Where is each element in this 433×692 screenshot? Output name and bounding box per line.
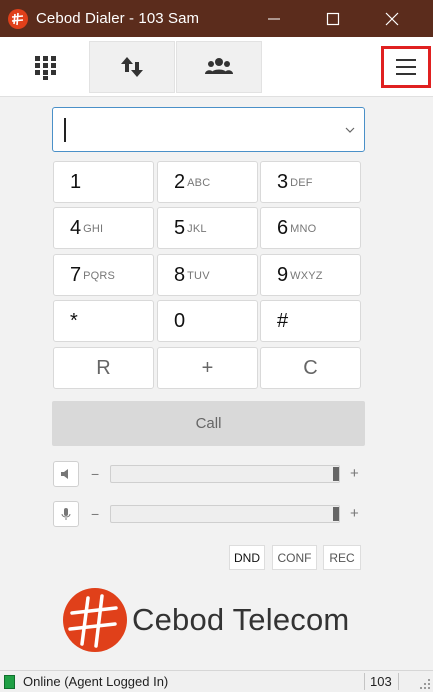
key-8[interactable]: 8 TUV bbox=[157, 254, 258, 296]
clear-button[interactable]: C bbox=[260, 347, 361, 389]
hamburger-menu-icon bbox=[396, 59, 416, 75]
app-logo-icon bbox=[8, 8, 28, 29]
text-caret bbox=[64, 118, 66, 142]
key-0[interactable]: 0 bbox=[157, 300, 258, 342]
status-divider bbox=[364, 673, 365, 690]
tab-contacts[interactable] bbox=[176, 41, 262, 93]
extension-number: 103 bbox=[370, 674, 392, 689]
key-1[interactable]: 1 bbox=[53, 161, 154, 203]
call-button[interactable]: Call bbox=[52, 401, 365, 446]
speaker-icon bbox=[61, 469, 68, 479]
close-button[interactable] bbox=[363, 0, 421, 37]
maximize-icon bbox=[326, 12, 340, 25]
cebod-logo-icon bbox=[63, 588, 127, 652]
maximize-button[interactable] bbox=[304, 0, 362, 37]
key-3[interactable]: 3 DEF bbox=[260, 161, 361, 203]
status-divider bbox=[398, 673, 399, 690]
title-bar: Cebod Dialer - 103 Sam bbox=[0, 0, 433, 37]
microphone-button[interactable] bbox=[53, 501, 79, 527]
keypad-icon bbox=[35, 56, 56, 80]
speaker-volume-slider[interactable] bbox=[110, 465, 340, 483]
microphone-volume-slider[interactable] bbox=[110, 505, 340, 523]
status-bar: Online (Agent Logged In) 103 bbox=[0, 670, 433, 692]
minimize-icon bbox=[268, 18, 280, 19]
microphone-icon bbox=[61, 508, 71, 520]
tab-transfer[interactable] bbox=[89, 41, 175, 93]
speaker-volume-thumb[interactable] bbox=[333, 467, 339, 481]
transfer-arrows-icon bbox=[121, 57, 143, 77]
phone-number-input[interactable] bbox=[52, 107, 365, 152]
key-9[interactable]: 9 WXYZ bbox=[260, 254, 361, 296]
key-5[interactable]: 5 JKL bbox=[157, 207, 258, 249]
contacts-icon bbox=[205, 58, 233, 74]
key-hash[interactable]: # bbox=[260, 300, 361, 342]
tab-keypad[interactable] bbox=[3, 41, 89, 93]
plus-button[interactable]: + bbox=[157, 347, 258, 389]
conference-button[interactable]: CONF bbox=[272, 545, 317, 570]
close-icon bbox=[385, 12, 399, 25]
tab-bar bbox=[0, 37, 433, 97]
key-4[interactable]: 4 GHI bbox=[53, 207, 154, 249]
redial-button[interactable]: R bbox=[53, 347, 154, 389]
microphone-volume-thumb[interactable] bbox=[333, 507, 339, 521]
brand-name: Cebod Telecom bbox=[132, 602, 350, 637]
microphone-plus-label: + bbox=[350, 505, 359, 522]
key-star[interactable]: * bbox=[53, 300, 154, 342]
resize-grip-icon[interactable] bbox=[419, 678, 431, 690]
key-7[interactable]: 7 PQRS bbox=[53, 254, 154, 296]
status-indicator-icon bbox=[4, 674, 15, 689]
speaker-plus-label: + bbox=[350, 465, 359, 482]
status-text: Online (Agent Logged In) bbox=[23, 674, 169, 689]
menu-button[interactable] bbox=[381, 46, 431, 88]
key-6[interactable]: 6 MNO bbox=[260, 207, 361, 249]
minimize-button[interactable] bbox=[245, 0, 303, 37]
dnd-button[interactable]: DND bbox=[229, 545, 265, 570]
microphone-minus-label: − bbox=[91, 506, 100, 522]
window-title: Cebod Dialer - 103 Sam bbox=[36, 10, 200, 27]
chevron-down-icon[interactable] bbox=[344, 125, 356, 135]
record-button[interactable]: REC bbox=[323, 545, 361, 570]
key-2[interactable]: 2 ABC bbox=[157, 161, 258, 203]
speaker-minus-label: − bbox=[91, 466, 100, 482]
speaker-button[interactable] bbox=[53, 461, 79, 487]
brand-area: Cebod Telecom bbox=[60, 584, 370, 656]
